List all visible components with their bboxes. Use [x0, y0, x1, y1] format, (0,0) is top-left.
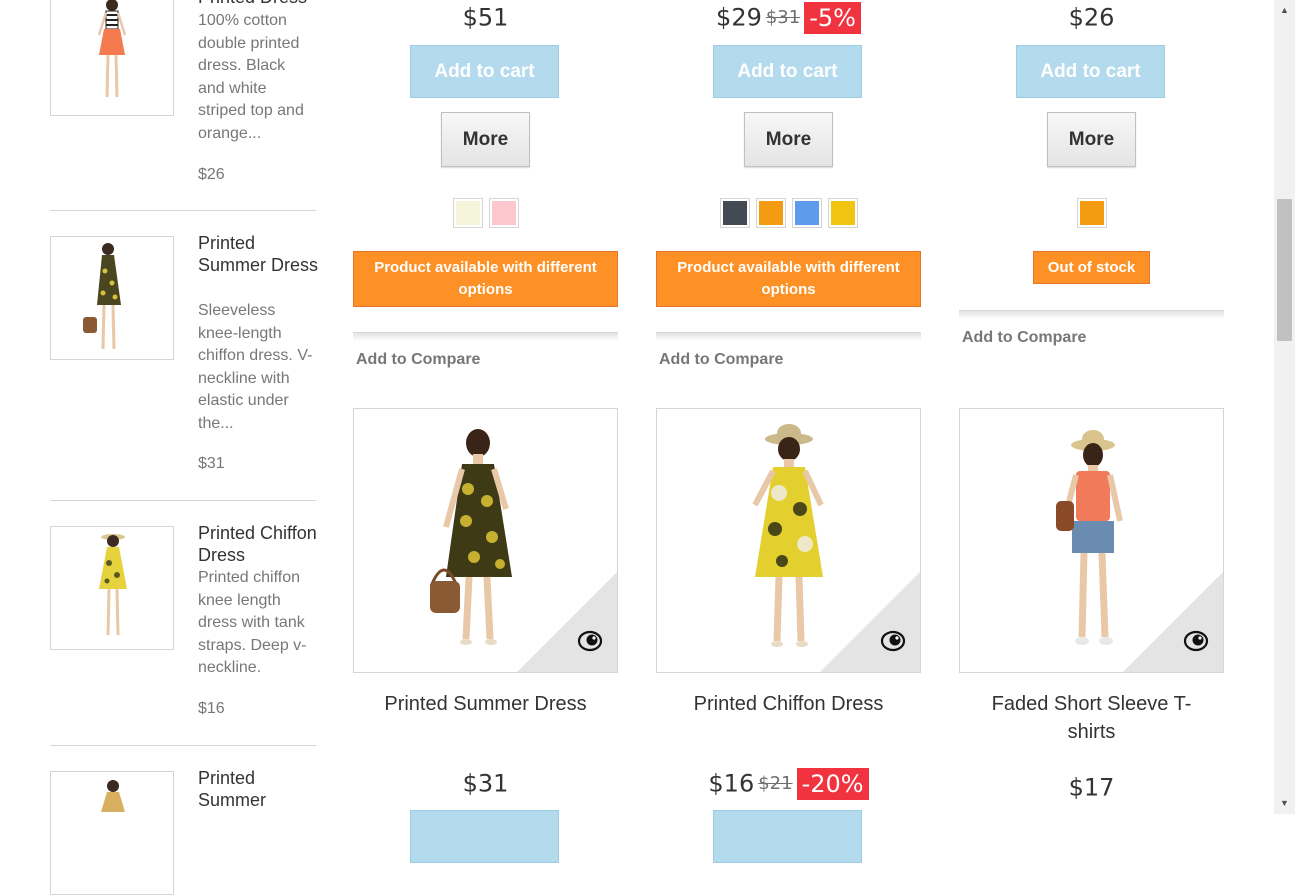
add-to-cart-button[interactable]: Add to cart: [713, 45, 862, 98]
product-image[interactable]: [656, 408, 921, 673]
discount-badge: -20%: [796, 767, 869, 800]
product-price: $16: [198, 700, 225, 717]
product-name-link[interactable]: Faded Short Sleeve T-shirts: [969, 690, 1214, 746]
quick-view-corner: [1123, 572, 1223, 672]
product-column-2: $29 $31 -5% Add to cart More Product avail…: [656, 0, 921, 863]
more-button[interactable]: More: [744, 112, 833, 167]
out-of-stock-badge: Out of stock: [1033, 251, 1150, 284]
eye-icon[interactable]: [880, 630, 906, 652]
product-image[interactable]: [353, 408, 618, 673]
add-to-compare-link[interactable]: Add to Compare: [962, 329, 1086, 347]
price-row: $31: [353, 766, 618, 800]
vertical-scrollbar[interactable]: ▲ ▼: [1274, 0, 1295, 814]
woman-striped-top-orange-skirt-image: [97, 0, 127, 98]
color-swatch-beige[interactable]: [452, 198, 483, 228]
old-price: $21: [758, 772, 793, 794]
price-row: $51: [353, 0, 618, 34]
color-swatch-orange[interactable]: [755, 198, 786, 228]
add-to-cart-button[interactable]: Add to cart: [1016, 45, 1165, 98]
woman-yellow-floral-dress-image: [99, 534, 127, 636]
price-row: $17: [959, 770, 1224, 804]
woman-dark-floral-dress-image: [83, 243, 121, 350]
product-name-link[interactable]: Printed Chiffon Dress: [666, 690, 911, 718]
product-thumbnail[interactable]: [50, 526, 174, 650]
add-to-cart-button[interactable]: Add to cart: [410, 45, 559, 98]
add-to-cart-button[interactable]: [713, 810, 862, 863]
color-swatch-dark-gray[interactable]: [719, 198, 750, 228]
product-price: $29: [716, 3, 762, 32]
scrollbar-thumb[interactable]: [1277, 199, 1292, 341]
sidebar-divider: [50, 500, 316, 501]
product-description: Printed chiffon knee length dress with t…: [198, 569, 307, 676]
product-price: $31: [198, 455, 225, 472]
discount-badge: -5%: [804, 1, 861, 34]
eye-icon[interactable]: [1183, 630, 1209, 652]
add-to-cart-button[interactable]: [410, 810, 559, 863]
product-description: 100% cotton double printed dress. Black …: [198, 12, 304, 142]
old-price: $31: [765, 6, 801, 28]
woman-dress-image: [101, 780, 125, 812]
color-swatch-pink[interactable]: [488, 198, 519, 228]
product-name-link[interactable]: Printed Summer Dress: [363, 690, 608, 718]
color-swatches: [959, 198, 1224, 228]
price-row: $26: [959, 0, 1224, 34]
color-swatch-yellow[interactable]: [827, 198, 858, 228]
availability-badge: Product available with different options: [353, 251, 618, 307]
compare-divider: [959, 310, 1224, 319]
color-swatches: [353, 198, 618, 228]
product-thumbnail[interactable]: [50, 771, 174, 895]
product-price: $31: [462, 769, 509, 798]
more-button[interactable]: More: [441, 112, 530, 167]
product-price: $16: [708, 769, 755, 798]
product-price: $26: [1068, 3, 1115, 32]
product-column-1: $51 Add to cart More Product available w…: [353, 0, 618, 863]
color-swatch-blue[interactable]: [791, 198, 822, 228]
color-swatches: [656, 198, 921, 228]
product-thumbnail[interactable]: [50, 236, 174, 360]
product-thumbnail[interactable]: [50, 0, 174, 116]
sidebar-divider: [50, 745, 316, 746]
quick-view-corner: [820, 572, 920, 672]
quick-view-corner: [517, 572, 617, 672]
price-row: $16 $21 -20%: [656, 766, 921, 800]
price-row: $29 $31 -5%: [656, 0, 921, 34]
product-name-link[interactable]: Printed Chiffon Dress: [198, 522, 318, 566]
product-column-3: $26 Add to cart More Out of stock Add to…: [959, 0, 1224, 814]
eye-icon[interactable]: [577, 630, 603, 652]
product-name-link[interactable]: Printed Dress: [198, 0, 318, 8]
product-price: $26: [198, 166, 225, 183]
add-to-compare-link[interactable]: Add to Compare: [659, 351, 783, 369]
more-button[interactable]: More: [1047, 112, 1136, 167]
product-image[interactable]: [959, 408, 1224, 673]
product-price: $17: [1068, 773, 1115, 802]
compare-divider: [353, 332, 618, 341]
product-name-link[interactable]: Printed Summer: [198, 767, 318, 811]
add-to-compare-link[interactable]: Add to Compare: [356, 351, 480, 369]
product-name-link[interactable]: Printed Summer Dress: [198, 232, 318, 276]
scroll-up-arrow-icon[interactable]: ▲: [1274, 2, 1295, 19]
product-description: Sleeveless knee-length chiffon dress. V-…: [198, 302, 313, 432]
sidebar-divider: [50, 210, 316, 211]
product-price: $51: [462, 3, 509, 32]
scroll-down-arrow-icon[interactable]: ▼: [1274, 795, 1295, 812]
color-swatch-orange[interactable]: [1076, 198, 1107, 228]
availability-badge: Product available with different options: [656, 251, 921, 307]
compare-divider: [656, 332, 921, 341]
